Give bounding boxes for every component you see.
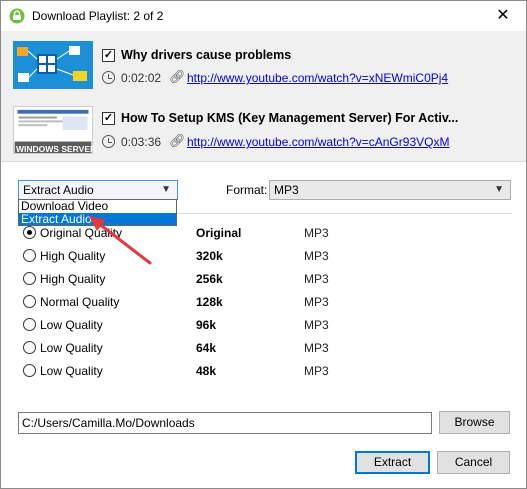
video-url-link[interactable]: http://www.youtube.com/watch?v=xNEWmiC0P… bbox=[187, 71, 448, 85]
quality-format: MP3 bbox=[304, 249, 329, 263]
format-label: Format: bbox=[226, 183, 268, 197]
quality-option[interactable]: Normal Quality 128k MP3 bbox=[18, 292, 512, 312]
title-bar: Download Playlist: 2 of 2 ✕ bbox=[1, 1, 526, 31]
quality-name: Low Quality bbox=[40, 364, 103, 378]
mode-option-extract-audio[interactable]: Extract Audio bbox=[19, 212, 176, 225]
quality-option[interactable]: Original Quality Original MP3 bbox=[18, 223, 512, 243]
extract-button[interactable]: Extract bbox=[355, 451, 430, 474]
quality-name: High Quality bbox=[40, 272, 106, 286]
format-selected-value: MP3 bbox=[274, 183, 299, 197]
quality-bitrate: 96k bbox=[196, 318, 217, 332]
window-title: Download Playlist: 2 of 2 bbox=[32, 9, 164, 23]
quality-format: MP3 bbox=[304, 364, 329, 378]
quality-format: MP3 bbox=[304, 295, 329, 309]
output-folder-input[interactable] bbox=[18, 412, 432, 434]
mode-selected-value: Extract Audio bbox=[23, 183, 94, 197]
download-playlist-dialog: Download Playlist: 2 of 2 ✕ ✓ Why driver… bbox=[0, 0, 527, 489]
quality-name: Low Quality bbox=[40, 341, 103, 355]
quality-radio[interactable] bbox=[23, 249, 36, 262]
quality-format: MP3 bbox=[304, 272, 329, 286]
chevron-down-icon: ▼ bbox=[161, 184, 171, 195]
app-logo-icon bbox=[9, 8, 25, 24]
quality-name: Low Quality bbox=[40, 318, 103, 332]
quality-option[interactable]: High Quality 256k MP3 bbox=[18, 269, 512, 289]
thumbnail-caption: WINDOWS SERVER bbox=[16, 144, 97, 154]
link-icon: 🔗︎ bbox=[169, 133, 186, 148]
format-dropdown[interactable]: MP3 ▼ bbox=[269, 180, 511, 200]
video-url-link[interactable]: http://www.youtube.com/watch?v=cAnGr93VQ… bbox=[187, 135, 449, 149]
quality-format: MP3 bbox=[304, 318, 329, 332]
quality-name: Normal Quality bbox=[40, 295, 120, 309]
chevron-down-icon: ▼ bbox=[494, 184, 504, 195]
browse-button[interactable]: Browse bbox=[439, 411, 510, 434]
quality-option[interactable]: Low Quality 48k MP3 bbox=[18, 361, 512, 381]
video-checkbox[interactable]: ✓ bbox=[102, 112, 115, 125]
quality-radio[interactable] bbox=[23, 318, 36, 331]
link-icon: 🔗︎ bbox=[169, 69, 186, 84]
quality-bitrate: 128k bbox=[196, 295, 223, 309]
quality-bitrate: 320k bbox=[196, 249, 223, 263]
quality-bitrate: Original bbox=[196, 226, 242, 240]
quality-format: MP3 bbox=[304, 226, 329, 240]
quality-radio[interactable] bbox=[23, 272, 36, 285]
video-duration: 0:02:02 bbox=[121, 71, 162, 85]
video-thumbnail[interactable] bbox=[13, 41, 93, 89]
quality-list: Original Quality Original MP3 High Quali… bbox=[18, 213, 512, 401]
close-button[interactable]: ✕ bbox=[480, 1, 526, 31]
playlist-video-list: ✓ Why drivers cause problems 0:02:02 🔗︎ … bbox=[1, 31, 526, 162]
quality-radio[interactable] bbox=[23, 226, 36, 239]
video-duration: 0:03:36 bbox=[121, 135, 162, 149]
quality-bitrate: 256k bbox=[196, 272, 223, 286]
quality-radio[interactable] bbox=[23, 295, 36, 308]
quality-bitrate: 48k bbox=[196, 364, 217, 378]
video-title: How To Setup KMS (Key Management Server)… bbox=[121, 111, 459, 125]
clock-icon bbox=[102, 71, 115, 84]
video-title: Why drivers cause problems bbox=[121, 48, 292, 62]
video-item: ✓ Why drivers cause problems 0:02:02 🔗︎ … bbox=[1, 35, 526, 95]
mode-dropdown[interactable]: Extract Audio ▼ bbox=[18, 180, 178, 200]
mode-option-download-video[interactable]: Download Video bbox=[19, 200, 176, 213]
video-item: WINDOWS SERVER ✓ How To Setup KMS (Key M… bbox=[1, 99, 526, 159]
quality-bitrate: 64k bbox=[196, 341, 217, 355]
quality-name: Original Quality bbox=[40, 226, 123, 240]
quality-radio[interactable] bbox=[23, 364, 36, 377]
cancel-button[interactable]: Cancel bbox=[437, 451, 510, 474]
mode-dropdown-list: Download Video Extract Audio bbox=[18, 199, 177, 226]
quality-option[interactable]: Low Quality 64k MP3 bbox=[18, 338, 512, 358]
quality-format: MP3 bbox=[304, 341, 329, 355]
quality-name: High Quality bbox=[40, 249, 106, 263]
video-checkbox[interactable]: ✓ bbox=[102, 49, 115, 62]
quality-option[interactable]: High Quality 320k MP3 bbox=[18, 246, 512, 266]
quality-radio[interactable] bbox=[23, 341, 36, 354]
clock-icon bbox=[102, 135, 115, 148]
quality-option[interactable]: Low Quality 96k MP3 bbox=[18, 315, 512, 335]
